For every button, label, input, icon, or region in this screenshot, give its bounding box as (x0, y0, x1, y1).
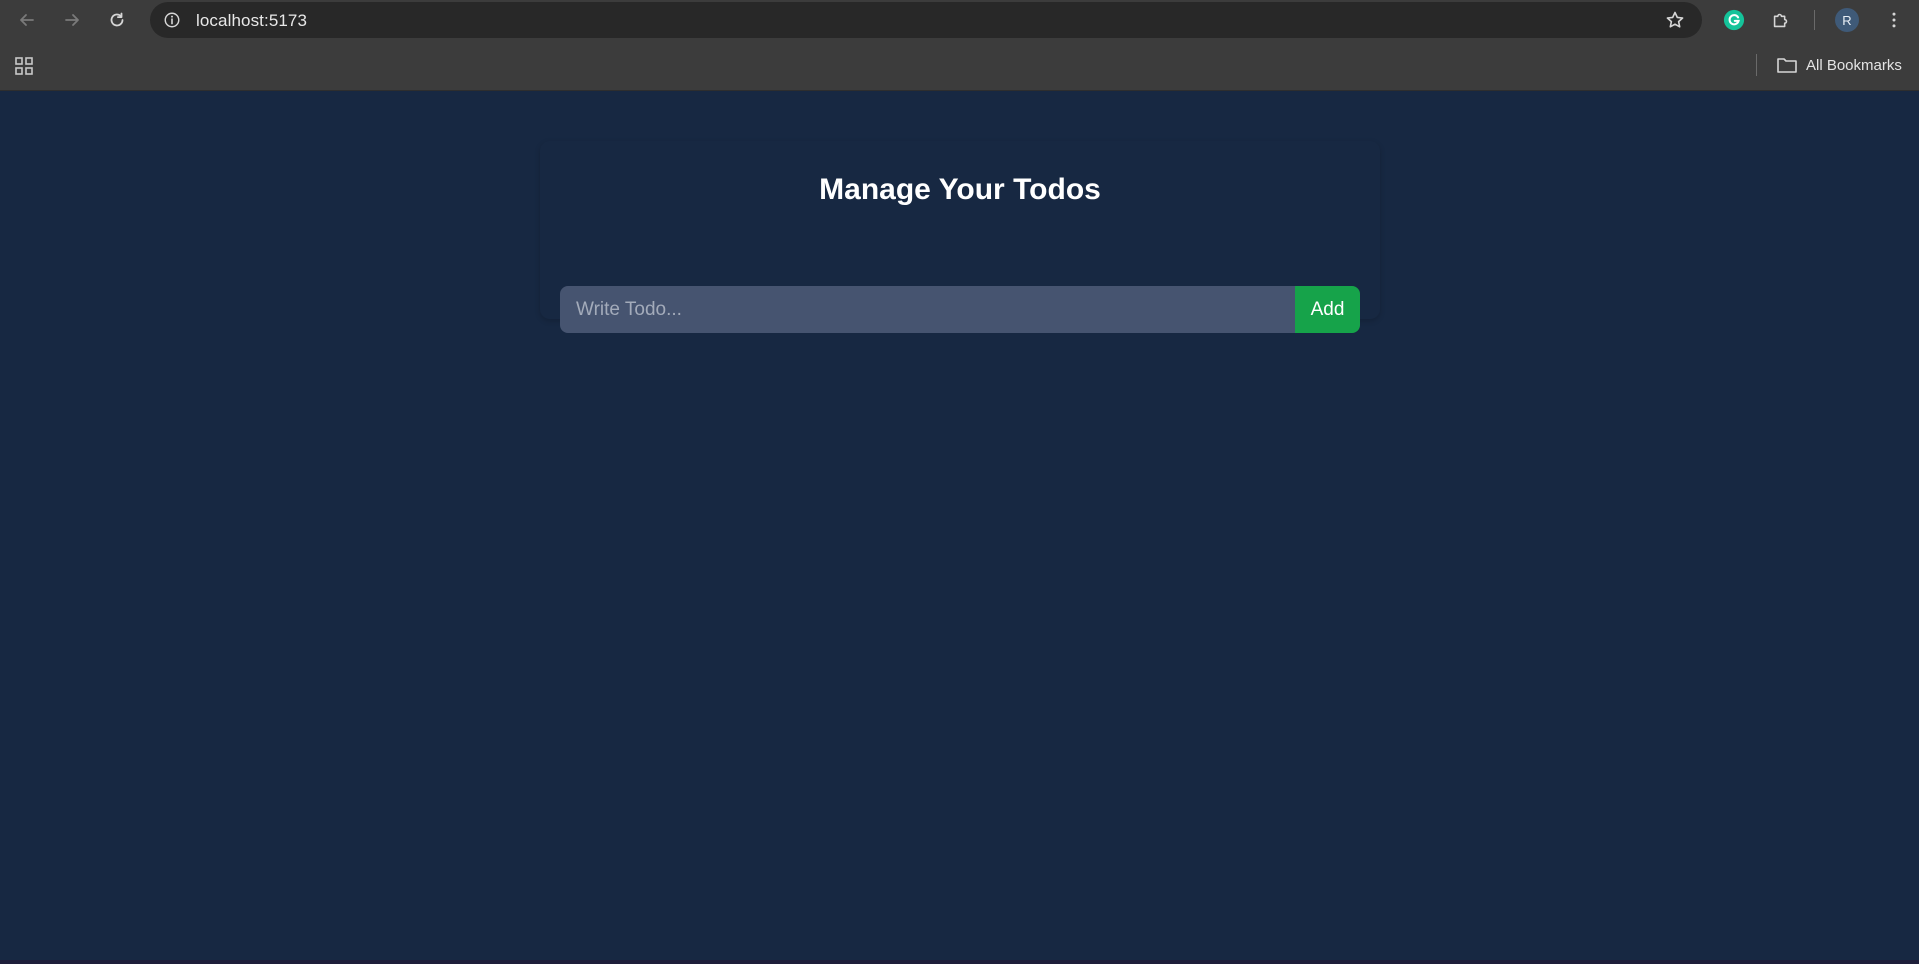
arrow-right-icon (65, 14, 79, 26)
back-button[interactable] (13, 6, 41, 34)
page-content: Manage Your Todos Add (0, 91, 1919, 960)
grammarly-icon[interactable] (1720, 6, 1748, 34)
profile-initial: R (1842, 12, 1852, 28)
toolbar-divider (1814, 10, 1815, 30)
folder-icon (1777, 58, 1797, 73)
arrow-left-icon (20, 14, 34, 26)
forward-button[interactable] (58, 6, 86, 34)
puzzle-icon[interactable] (1767, 6, 1795, 34)
reload-icon (110, 12, 124, 27)
bookmarks-divider (1756, 54, 1757, 76)
address-bar[interactable]: localhost:5173 (150, 2, 1702, 38)
all-bookmarks-label: All Bookmarks (1806, 56, 1902, 74)
todo-form: Add (560, 286, 1360, 333)
avatar[interactable]: R (1835, 8, 1859, 32)
bottom-edge (0, 960, 1919, 964)
all-bookmarks-button[interactable]: All Bookmarks (1776, 52, 1902, 78)
reload-button[interactable] (103, 6, 131, 34)
info-icon[interactable] (160, 8, 184, 32)
kebab-menu-icon[interactable] (1880, 6, 1908, 34)
bookmarks-bar: All Bookmarks (0, 40, 1919, 91)
star-icon[interactable] (1664, 9, 1686, 31)
url-text[interactable]: localhost:5173 (196, 11, 307, 31)
page-title: Manage Your Todos (819, 173, 1101, 206)
add-button[interactable]: Add (1295, 286, 1360, 333)
browser-toolbar: localhost:5173 R (0, 0, 1919, 40)
apps-grid-icon[interactable] (12, 54, 36, 78)
todo-input[interactable] (560, 286, 1295, 333)
todo-card: Manage Your Todos Add (540, 141, 1380, 333)
